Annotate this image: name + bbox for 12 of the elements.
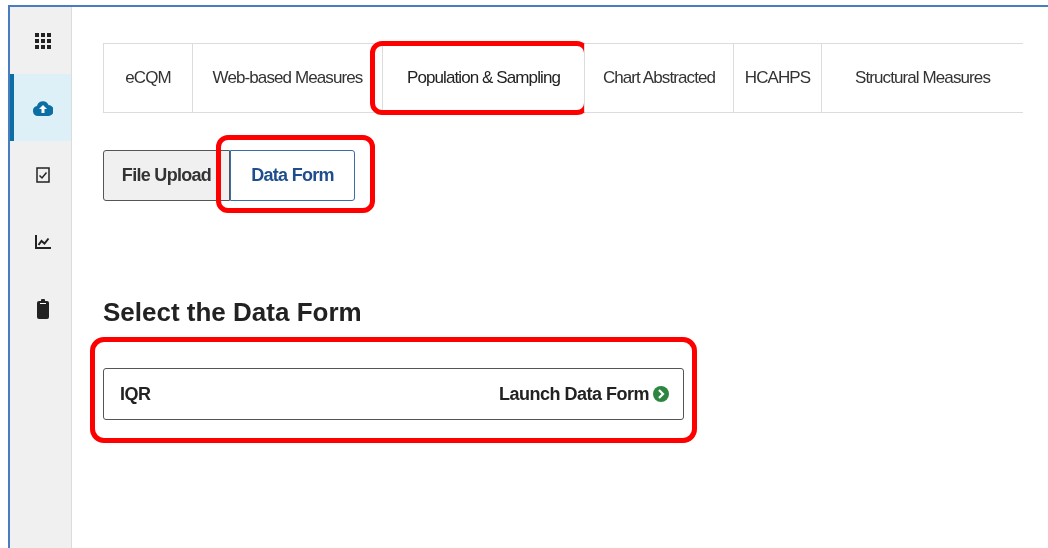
chevron-circle-icon <box>653 386 669 402</box>
checkbox-icon <box>35 166 50 183</box>
line-chart-icon <box>34 234 51 249</box>
launch-link[interactable]: Launch Data Form <box>498 380 669 408</box>
form-name: IQR <box>120 382 151 406</box>
tab[interactable]: Structural Measures <box>821 44 1023 112</box>
segment-tab[interactable]: Data Form <box>230 150 355 201</box>
clipboard-icon <box>36 298 49 319</box>
grid-icon <box>34 32 51 49</box>
segment-tab[interactable]: File Upload <box>103 150 230 201</box>
section-heading: Select the Data Form <box>103 296 363 328</box>
cloud-upload-icon <box>32 99 53 116</box>
